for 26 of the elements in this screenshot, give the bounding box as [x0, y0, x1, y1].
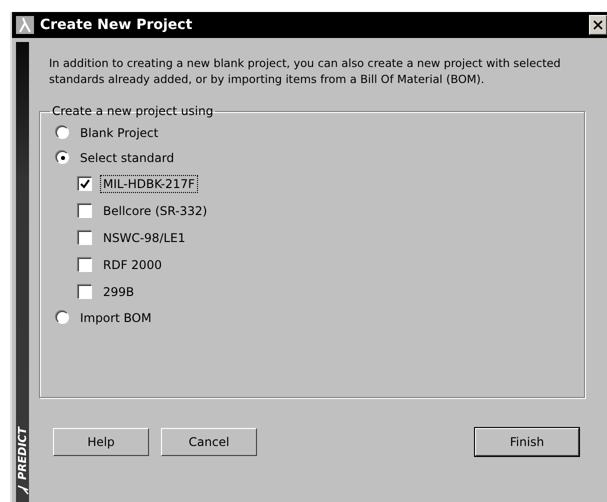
checkbox-label[interactable]: 299B — [100, 282, 138, 300]
radio-button[interactable] — [56, 151, 69, 164]
dialog-button[interactable]: Help — [53, 428, 149, 456]
radio-label[interactable]: Blank Project — [77, 124, 162, 142]
checkbox[interactable] — [78, 204, 92, 218]
dialog-button[interactable]: Finish — [475, 428, 579, 456]
checkbox-label[interactable]: NSWC-98/LE1 — [100, 228, 188, 246]
checkbox[interactable] — [78, 284, 92, 298]
checkbox-label[interactable]: MIL-HDBK-217F — [100, 174, 198, 192]
checkbox[interactable] — [78, 230, 92, 244]
checkbox-label[interactable]: Bellcore (SR-332) — [100, 202, 210, 220]
sidebar-logo-text: PREDICT — [16, 427, 29, 480]
radio-label[interactable]: Import BOM — [77, 308, 154, 326]
checkbox[interactable] — [78, 258, 92, 272]
group-legend: Create a new project using — [50, 104, 216, 118]
checkbox-label[interactable]: RDF 2000 — [100, 256, 165, 274]
dialog-button[interactable]: Cancel — [161, 428, 257, 456]
radio-button[interactable] — [56, 311, 69, 324]
intro-text: In addition to creating a new blank project, you can also create a new project with selected standards already added, or by importing items from a Bill Of Material (BOM). — [49, 56, 562, 88]
close-icon — [593, 20, 603, 30]
close-button[interactable] — [589, 15, 607, 35]
lambda-logo-icon — [16, 16, 34, 34]
checkbox[interactable] — [78, 176, 92, 190]
window-title: Create New Project — [40, 17, 194, 33]
radio-label[interactable]: Select standard — [77, 148, 178, 166]
radio-button[interactable] — [56, 126, 69, 139]
